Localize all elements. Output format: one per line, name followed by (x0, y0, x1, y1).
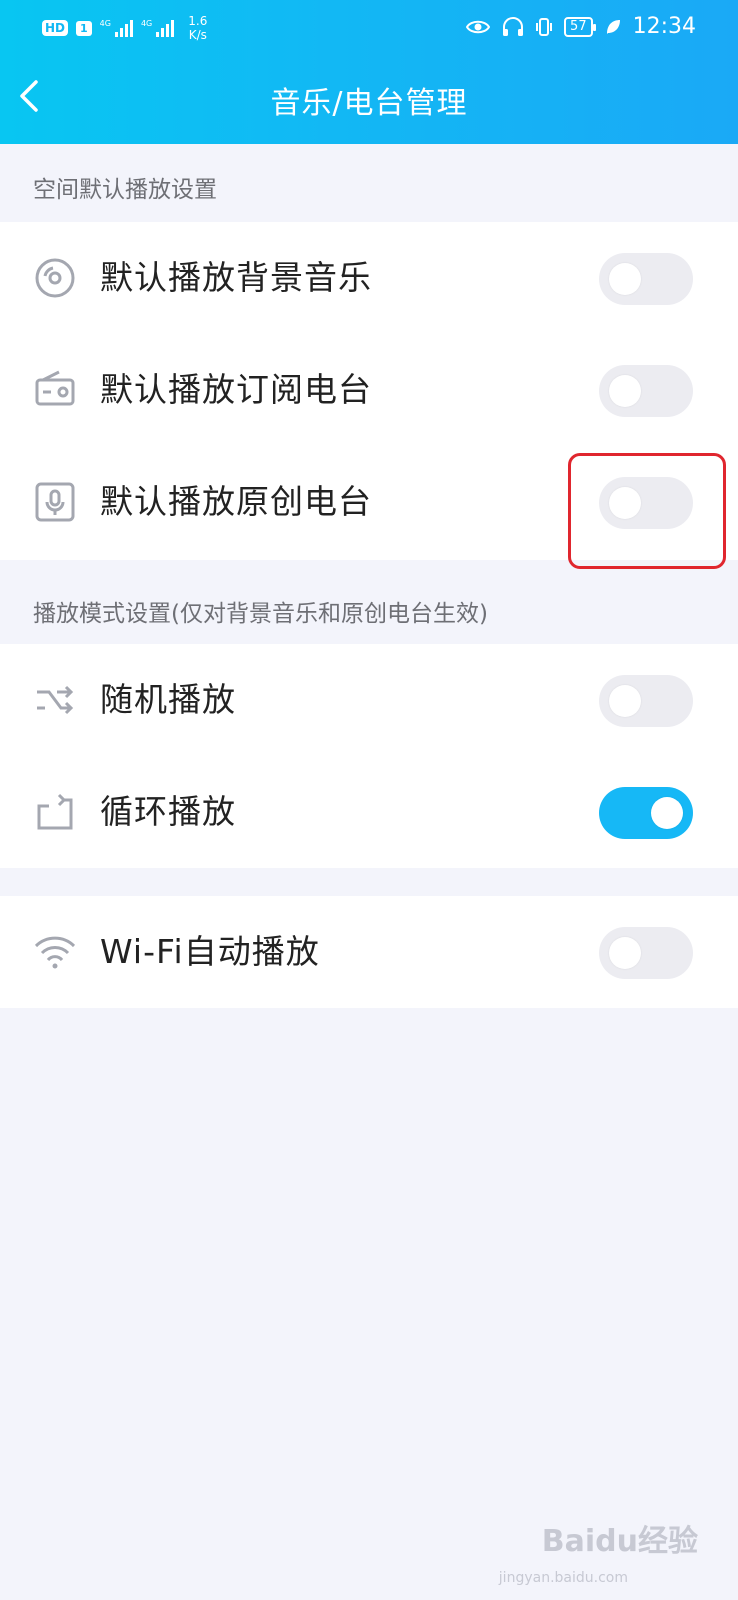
setting-label: 默认播放背景音乐 (100, 258, 372, 297)
eye-icon (466, 20, 491, 33)
network-speed: 1.6 K/s (188, 14, 208, 42)
leaf-icon (606, 19, 620, 34)
setting-row-wifi-autoplay[interactable]: Wi-Fi自动播放 (0, 896, 738, 1008)
wifi-group: Wi-Fi自动播放 (0, 896, 738, 1008)
radio-icon (35, 370, 75, 406)
watermark-logo: Baidu经验 (541, 1524, 698, 1559)
repeat-icon (37, 793, 73, 830)
setting-row-subscribed-radio[interactable]: 默认播放订阅电台 (0, 334, 738, 446)
toggle-loop[interactable] (599, 787, 693, 839)
toggle-shuffle[interactable] (599, 675, 693, 727)
setting-label: 循环播放 (100, 792, 236, 831)
vibrate-icon (536, 17, 553, 36)
headphones-icon (503, 16, 524, 36)
battery-icon: 57 (564, 16, 596, 37)
section-header-default: 空间默认播放设置 (33, 177, 217, 203)
sim-badge: 1 (76, 20, 92, 36)
section-header-mode: 播放模式设置(仅对背景音乐和原创电台生效) (33, 601, 488, 627)
setting-label: 随机播放 (100, 680, 236, 719)
setting-label: 默认播放原创电台 (100, 482, 372, 521)
wifi-icon (34, 936, 76, 969)
setting-row-shuffle[interactable]: 随机播放 (0, 644, 738, 756)
play-mode-group: 随机播放 循环播放 (0, 644, 738, 868)
signal-icon: 4G (141, 19, 175, 37)
toggle-wifi-autoplay[interactable] (599, 927, 693, 979)
app-header: HD 1 4G 4G 1.6 K/s 57 12:34 音乐/电台管理 (0, 0, 738, 144)
toggle-bg-music[interactable] (599, 253, 693, 305)
highlight-box (568, 453, 726, 569)
hd-badge: HD (42, 20, 69, 36)
disc-icon (35, 258, 75, 298)
watermark-url: jingyan.baidu.com (498, 1570, 628, 1586)
status-bar: HD 1 4G 4G 1.6 K/s 57 12:34 (0, 8, 738, 48)
page-title: 音乐/电台管理 (270, 86, 468, 121)
clock: 12:34 (632, 14, 696, 39)
signal-icon: 4G (100, 19, 133, 37)
microphone-icon (35, 482, 75, 522)
shuffle-icon (37, 685, 74, 715)
setting-row-loop[interactable]: 循环播放 (0, 756, 738, 868)
setting-row-bg-music[interactable]: 默认播放背景音乐 (0, 222, 738, 334)
toggle-subscribed-radio[interactable] (599, 365, 693, 417)
setting-label: 默认播放订阅电台 (100, 370, 372, 409)
setting-label: Wi-Fi自动播放 (100, 932, 320, 971)
